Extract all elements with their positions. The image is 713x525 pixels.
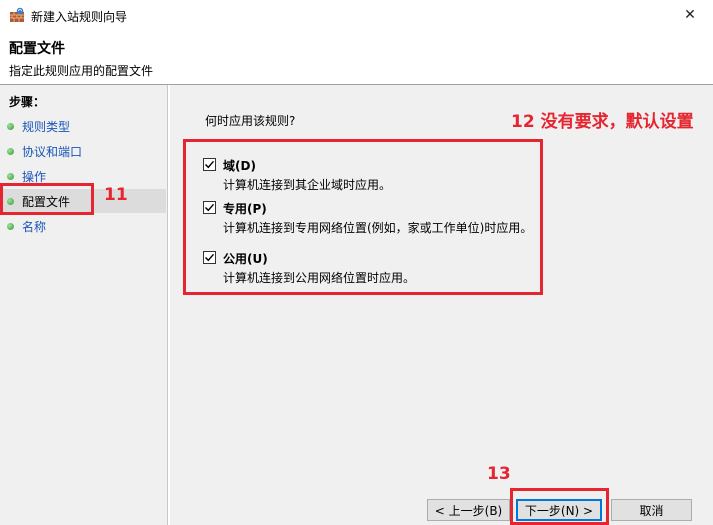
step-label: 协议和端口	[22, 144, 83, 159]
step-name[interactable]: 名称	[0, 214, 166, 238]
step-action[interactable]: 操作	[0, 164, 166, 188]
back-button[interactable]: < 上一步(B)	[427, 499, 510, 521]
step-label: 规则类型	[22, 119, 71, 134]
public-label: 公用(U)	[223, 252, 268, 266]
private-description: 计算机连接到专用网络位置(例如，家或工作单位)时应用。	[223, 221, 533, 235]
step-rule-type[interactable]: 规则类型	[0, 114, 166, 138]
domain-label: 域(D)	[223, 159, 256, 173]
domain-checkbox[interactable]	[203, 158, 216, 171]
step-bullet-icon	[7, 122, 14, 130]
close-icon: ✕	[684, 7, 696, 23]
step-bullet-icon	[7, 197, 14, 205]
private-checkbox[interactable]	[203, 201, 216, 214]
public-checkbox[interactable]	[203, 251, 216, 264]
main-panel: 何时应用该规则? 域(D) 计算机连接到其企业域时应用。 专用(P) 计算机连接…	[170, 85, 713, 525]
step-bullet-icon	[7, 147, 14, 155]
next-button[interactable]: 下一步(N) >	[516, 499, 602, 521]
step-profile[interactable]: 配置文件	[0, 189, 166, 213]
step-label: 配置文件	[22, 194, 71, 209]
firewall-app-icon	[10, 7, 24, 22]
cancel-button[interactable]: 取消	[611, 499, 692, 521]
step-protocol-ports[interactable]: 协议和端口	[0, 139, 166, 163]
close-button[interactable]: ✕	[667, 0, 713, 30]
steps-panel: 步骤： 规则类型 协议和端口 操作 配置文件 名称	[0, 85, 168, 525]
annotation-12: 12 没有要求，默认设置	[511, 112, 694, 132]
private-label: 专用(P)	[223, 202, 267, 216]
step-bullet-icon	[7, 172, 14, 180]
step-label: 操作	[22, 169, 47, 184]
step-label: 名称	[22, 219, 47, 234]
domain-description: 计算机连接到其企业域时应用。	[223, 178, 392, 192]
checkmark-icon	[205, 203, 215, 212]
steps-title: 步骤：	[9, 95, 46, 109]
checkmark-icon	[205, 253, 215, 262]
checkmark-icon	[205, 160, 215, 169]
page-subtitle: 指定此规则应用的配置文件	[9, 64, 154, 78]
wizard-header: 配置文件 指定此规则应用的配置文件	[0, 30, 713, 84]
public-description: 计算机连接到公用网络位置时应用。	[223, 271, 416, 285]
annotation-13: 13	[487, 464, 511, 484]
title-bar: 新建入站规则向导 ✕	[0, 0, 713, 30]
annotation-11: 11	[104, 185, 128, 205]
question-text: 何时应用该规则?	[205, 114, 296, 128]
step-bullet-icon	[7, 222, 14, 230]
window-title: 新建入站规则向导	[31, 10, 128, 24]
page-title: 配置文件	[9, 41, 65, 57]
